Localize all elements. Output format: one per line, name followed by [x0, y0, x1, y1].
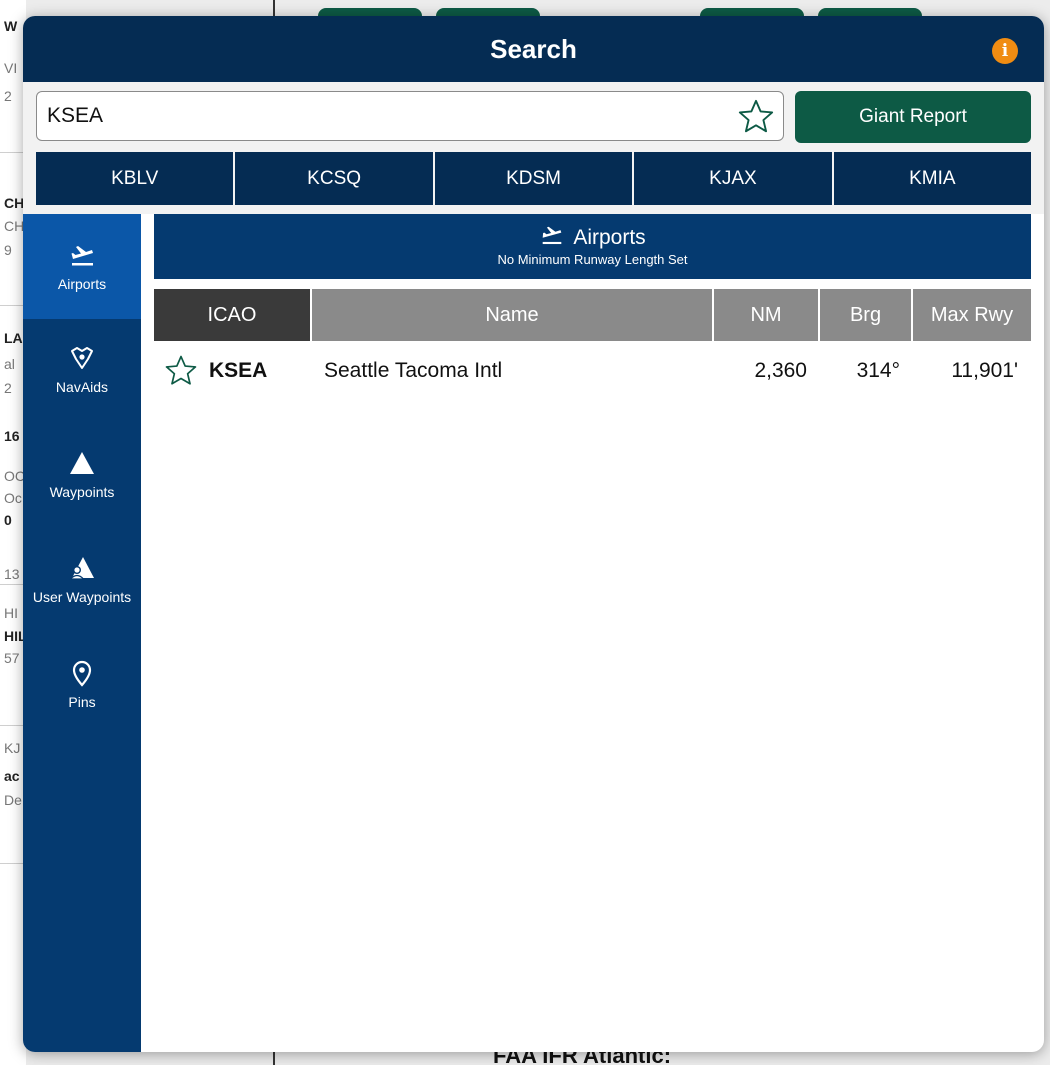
recent-airport-button[interactable]: KDSM	[434, 152, 633, 205]
background-list-text: 57	[4, 650, 20, 666]
background-list-text: 2	[4, 88, 12, 104]
modal-title: Search	[490, 34, 577, 64]
category-title-text: Airports	[573, 226, 646, 249]
category-subtitle: No Minimum Runway Length Set	[497, 252, 688, 267]
giant-report-button[interactable]: Giant Report	[795, 91, 1031, 143]
row-distance: 2,360	[754, 359, 807, 382]
background-list-text: KJ	[4, 740, 21, 756]
background-list-text: ac	[4, 768, 20, 784]
sidebar-item-label: NavAids	[55, 379, 109, 395]
background-list-text: LA	[4, 330, 23, 346]
recent-airports-bar: KBLV KCSQ KDSM KJAX KMIA	[36, 152, 1032, 205]
background-list-text: 0	[4, 512, 12, 528]
recent-airport-button[interactable]: KCSQ	[235, 152, 433, 205]
modal-header: Search i	[23, 16, 1044, 82]
star-outline-icon[interactable]	[737, 98, 775, 136]
table-row[interactable]: KSEA Seattle Tacoma Intl 2,360 314° 11,9…	[154, 341, 1031, 401]
sidebar-item-label: User Waypoints	[32, 589, 132, 605]
row-name: Seattle Tacoma Intl	[324, 359, 503, 382]
background-list-text: CH	[4, 195, 25, 211]
column-header-icao[interactable]: ICAO	[154, 289, 310, 341]
background-list-text: VI	[4, 60, 18, 76]
column-header-brg[interactable]: Brg	[820, 289, 911, 341]
search-input[interactable]	[47, 92, 727, 140]
column-header-max-rwy[interactable]: Max Rwy	[913, 289, 1031, 341]
background-list-text: 2	[4, 380, 12, 396]
sidebar-item-airports[interactable]: Airports	[23, 214, 141, 319]
sidebar-item-waypoints[interactable]: Waypoints	[23, 424, 141, 529]
background-list-text: 13	[4, 566, 20, 582]
background-divider	[273, 0, 275, 16]
star-outline-icon[interactable]	[164, 354, 198, 388]
sidebar-item-navaids[interactable]: NavAids	[23, 319, 141, 424]
background-list-text: al	[4, 356, 15, 372]
pin-icon	[72, 660, 92, 687]
sidebar-item-label: Waypoints	[49, 484, 115, 500]
recent-airport-button[interactable]: KJAX	[634, 152, 832, 205]
column-header-nm[interactable]: NM	[714, 289, 818, 341]
results-table-header: ICAO Name NM Brg Max Rwy	[154, 289, 1031, 341]
background-list-text: 16	[4, 428, 20, 444]
search-area: Giant Report KBLV KCSQ KDSM KJAX KMIA	[23, 82, 1044, 214]
category-title: Airports	[154, 225, 1031, 250]
airplane-departure-icon	[543, 226, 562, 245]
recent-airport-button[interactable]: KBLV	[36, 152, 234, 205]
category-sidebar: Airports NavAids Waypoints User Waypoint…	[23, 214, 141, 1052]
sidebar-item-user-waypoints[interactable]: User Waypoints	[23, 529, 141, 634]
user-waypoint-icon	[69, 557, 94, 580]
background-list-text: HI	[4, 605, 18, 621]
background-list-text: 9	[4, 242, 12, 258]
navaid-icon	[71, 347, 93, 369]
recent-airport-button[interactable]: KMIA	[833, 152, 1032, 205]
row-icao: KSEA	[209, 359, 268, 382]
background-list-text: OC	[4, 468, 25, 484]
airplane-departure-icon	[71, 246, 93, 266]
row-bearing: 314°	[856, 359, 900, 382]
background-divider	[273, 1050, 275, 1065]
info-icon[interactable]: i	[992, 38, 1018, 64]
background-list-text: Oc	[4, 490, 22, 506]
background-list-text: CH	[4, 218, 25, 234]
search-field[interactable]	[36, 91, 784, 141]
triangle-icon	[70, 452, 94, 474]
sidebar-item-label: Pins	[68, 694, 96, 710]
category-banner: Airports No Minimum Runway Length Set	[154, 214, 1031, 279]
column-header-name[interactable]: Name	[312, 289, 712, 341]
sidebar-item-label: Airports	[57, 276, 107, 292]
background-list-text: W	[4, 18, 18, 34]
sidebar-item-pins[interactable]: Pins	[23, 634, 141, 739]
row-max-runway: 11,901'	[951, 359, 1018, 382]
search-modal: Search i Giant Report KBLV KCSQ KDSM KJA…	[23, 16, 1044, 1052]
background-list-text: De	[4, 792, 22, 808]
